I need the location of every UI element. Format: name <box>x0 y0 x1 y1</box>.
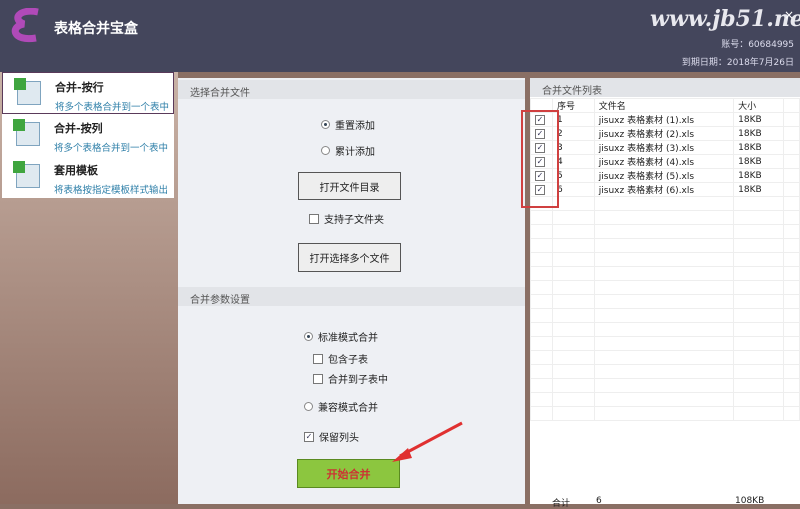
radio-reset-add[interactable]: 重置添加 <box>321 117 375 132</box>
file-name: jisuxz 表格素材 (2).xls <box>593 126 735 141</box>
arrow-annotation-icon <box>392 421 463 462</box>
start-merge-button[interactable]: 开始合并 <box>297 459 400 488</box>
item-desc: 将多个表格合并到一个表中 <box>55 102 170 113</box>
empty-row <box>530 350 800 365</box>
file-name: jisuxz 表格素材 (1).xls <box>593 112 735 127</box>
highlight-box <box>521 110 559 208</box>
file-name: jisuxz 表格素材 (3).xls <box>593 140 735 155</box>
file-size: 18KB <box>733 126 785 141</box>
table-header: 序号 文件名 大小 <box>530 98 800 113</box>
empty-row <box>530 266 800 281</box>
file-name: jisuxz 表格素材 (5).xls <box>593 168 735 183</box>
item-title: 合并-按列 <box>54 122 103 135</box>
file-size: 18KB <box>733 154 785 169</box>
radio-standard-mode[interactable]: 标准模式合并 <box>304 329 378 344</box>
empty-row <box>530 406 800 421</box>
item-desc: 将表格按指定模板样式输出 <box>54 185 169 196</box>
radio-accum-add[interactable]: 累计添加 <box>321 143 375 158</box>
section-header: 合并文件列表 <box>530 78 800 97</box>
empty-row <box>530 280 800 295</box>
item-title: 套用模板 <box>54 164 98 177</box>
checkbox-subfolder[interactable]: 支持子文件夹 <box>309 211 384 226</box>
app-logo-icon <box>11 8 39 43</box>
settings-panel: 选择合并文件 重置添加 累计添加 打开文件目录 支持子文件夹 打开选择多个文件 … <box>178 78 525 504</box>
file-size: 18KB <box>733 140 785 155</box>
empty-row <box>530 322 800 337</box>
title-bar: 表格合并宝盒 www.jb51.net × 账号：60684995 到期日期：2… <box>0 0 800 72</box>
template-icon <box>13 161 40 188</box>
file-size: 18KB <box>733 112 785 127</box>
file-table: 序号 文件名 大小 ✓ 1 jisuxz 表格素材 (1).xls 18KB ✓ 2 jisux… <box>530 98 800 421</box>
total-label: 合计 <box>552 499 571 509</box>
empty-row <box>530 378 800 393</box>
file-name: jisuxz 表格素材 (6).xls <box>593 182 735 197</box>
open-files-button[interactable]: 打开选择多个文件 <box>298 243 401 272</box>
app-title: 表格合并宝盒 <box>54 21 138 37</box>
sidebar-item-merge-columns[interactable]: 合并-按列 将多个表格合并到一个表中 <box>2 114 174 156</box>
checkbox-merge-to-sub[interactable]: 合并到子表中 <box>313 371 388 386</box>
empty-row <box>530 224 800 239</box>
checkbox-include-sub[interactable]: 包含子表 <box>313 351 368 366</box>
item-title: 合并-按行 <box>55 81 104 94</box>
empty-row <box>530 210 800 225</box>
section-header: 合并参数设置 <box>178 287 525 306</box>
file-size: 18KB <box>733 168 785 183</box>
sidebar: 合并-按行 将多个表格合并到一个表中 合并-按列 将多个表格合并到一个表中 套用… <box>0 72 178 504</box>
radio-compat-mode[interactable]: 兼容模式合并 <box>304 399 378 414</box>
account-number: 账号：60684995 <box>721 40 794 50</box>
total-size: 108KB <box>735 496 765 506</box>
empty-row <box>530 336 800 351</box>
empty-row <box>530 238 800 253</box>
empty-row <box>530 364 800 379</box>
file-name: jisuxz 表格素材 (4).xls <box>593 154 735 169</box>
table-row[interactable]: ✓ 5 jisuxz 表格素材 (5).xls 18KB <box>530 168 800 183</box>
table-row[interactable]: ✓ 4 jisuxz 表格素材 (4).xls 18KB <box>530 154 800 169</box>
table-row[interactable]: ✓ 1 jisuxz 表格素材 (1).xls 18KB <box>530 112 800 127</box>
table-row[interactable]: ✓ 3 jisuxz 表格素材 (3).xls 18KB <box>530 140 800 155</box>
item-desc: 将多个表格合并到一个表中 <box>54 143 169 154</box>
empty-row <box>530 196 800 211</box>
empty-row <box>530 294 800 309</box>
file-list-panel: 合并文件列表 序号 文件名 大小 ✓ 1 jisuxz 表格素材 (1).xls 18KB… <box>530 78 800 509</box>
file-size: 18KB <box>733 182 785 197</box>
table-add-icon <box>13 119 40 146</box>
sidebar-item-merge-rows[interactable]: 合并-按行 将多个表格合并到一个表中 <box>2 72 174 114</box>
table-row[interactable]: ✓ 2 jisuxz 表格素材 (2).xls 18KB <box>530 126 800 141</box>
open-folder-button[interactable]: 打开文件目录 <box>298 172 401 200</box>
empty-row <box>530 252 800 267</box>
checkbox-keep-header[interactable]: ✓ 保留列头 <box>304 429 359 444</box>
close-button[interactable]: × <box>784 8 794 22</box>
empty-row <box>530 392 800 407</box>
watermark: www.jb51.net <box>650 6 800 32</box>
section-header: 选择合并文件 <box>178 80 525 99</box>
empty-row <box>530 308 800 323</box>
table-add-icon <box>14 78 41 105</box>
table-row[interactable]: ✓ 6 jisuxz 表格素材 (6).xls 18KB <box>530 182 800 197</box>
expiry-date: 到期日期：2018年7月26日 <box>681 58 794 68</box>
sidebar-item-template[interactable]: 套用模板 将表格按指定模板样式输出 <box>2 156 174 198</box>
total-count: 6 <box>596 496 602 506</box>
